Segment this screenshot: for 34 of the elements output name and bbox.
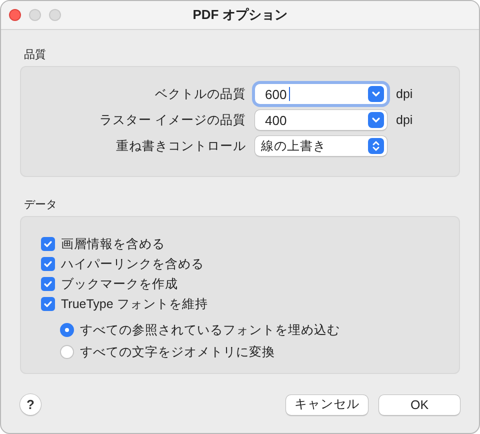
close-button[interactable] xyxy=(9,9,21,21)
section-title: 品質 xyxy=(24,49,47,62)
up-down-chevron-icon xyxy=(368,138,384,154)
radio-label: すべての参照されているフォントを埋め込む xyxy=(80,322,340,338)
field-label: ベクトルの品質 xyxy=(154,86,246,102)
window-title: PDF オプション xyxy=(192,6,288,24)
checkbox[interactable] xyxy=(41,297,55,311)
checkbox-label: 画層情報を含める xyxy=(61,236,165,252)
help-button[interactable]: ? xyxy=(20,394,41,415)
radio-label: すべての文字をジオメトリに変換 xyxy=(80,344,275,360)
combo-box[interactable]: 600 xyxy=(255,84,387,104)
checkbox[interactable] xyxy=(41,257,55,271)
checkbox[interactable] xyxy=(41,277,55,291)
checkbox-label: ブックマークを作成 xyxy=(61,276,178,292)
checkmark-icon xyxy=(42,298,54,310)
field-label: 重ね書きコントロール xyxy=(115,138,246,154)
popup-button[interactable]: 線の上書き xyxy=(255,136,387,156)
ok-button[interactable]: OK xyxy=(379,394,460,414)
checkbox-label: TrueType フォントを維持 xyxy=(61,296,208,312)
chevron-down-icon xyxy=(368,86,384,102)
checkmark-icon xyxy=(42,278,54,290)
checkmark-icon xyxy=(42,238,54,250)
chevron-down-icon xyxy=(368,112,384,128)
cancel-button[interactable]: キャンセル xyxy=(286,394,368,414)
radio-button[interactable] xyxy=(60,323,74,337)
combo-box[interactable]: 400 xyxy=(255,110,387,130)
unit-label: dpi xyxy=(396,113,414,127)
field-label: ラスター イメージの品質 xyxy=(98,112,246,128)
section-title: データ xyxy=(24,199,58,212)
checkbox[interactable] xyxy=(41,237,55,251)
checkbox-label: ハイパーリンクを含める xyxy=(61,256,204,272)
radio-button[interactable] xyxy=(60,345,74,359)
unit-label: dpi xyxy=(396,87,414,101)
checkmark-icon xyxy=(42,258,54,270)
